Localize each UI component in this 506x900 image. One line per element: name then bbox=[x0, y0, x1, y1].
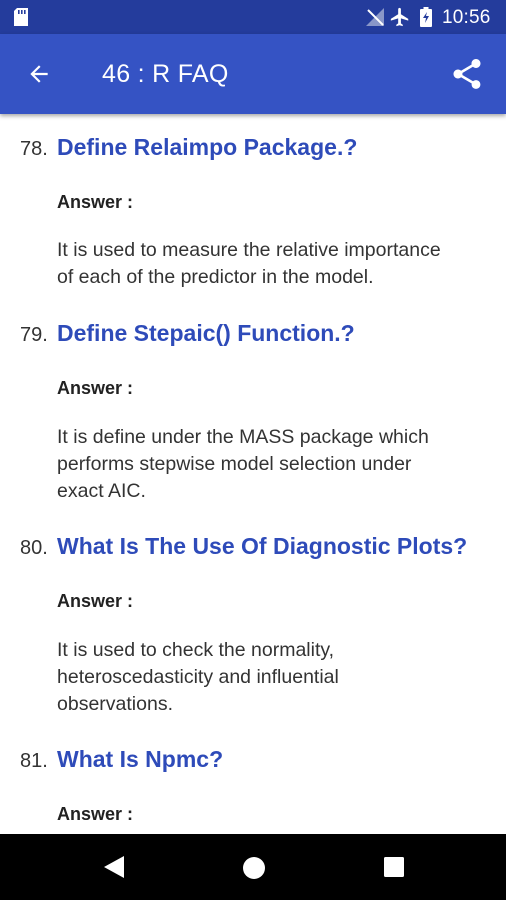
answer-text: It is define under the MASS package whic… bbox=[57, 426, 429, 502]
question-number: 81. bbox=[20, 750, 48, 772]
question-number: 79. bbox=[20, 324, 48, 346]
airplane-mode-icon bbox=[389, 6, 411, 33]
question-text[interactable]: Define Relaimpo Package.? bbox=[57, 134, 357, 161]
nav-back-icon[interactable] bbox=[103, 855, 125, 884]
answer-text: It is used to measure the relative impor… bbox=[57, 239, 441, 288]
status-time: 10:56 bbox=[442, 7, 491, 28]
answer-label: Answer : bbox=[57, 378, 134, 398]
question-text[interactable]: What Is The Use Of Diagnostic Plots? bbox=[57, 533, 467, 560]
question-number: 80. bbox=[20, 537, 48, 559]
answer-text: It is used to check the normality, heter… bbox=[57, 639, 339, 715]
sd-card-icon bbox=[14, 8, 28, 31]
nav-home-icon[interactable] bbox=[242, 856, 266, 885]
page-title: 46 : R FAQ bbox=[102, 60, 229, 88]
answer-label: Answer : bbox=[57, 192, 134, 212]
answer-label: Answer : bbox=[57, 804, 134, 824]
question-text[interactable]: Define Stepaic() Function.? bbox=[57, 320, 355, 347]
question-text[interactable]: What Is Npmc? bbox=[57, 746, 223, 773]
answer-label: Answer : bbox=[57, 591, 134, 611]
nav-recents-icon[interactable] bbox=[383, 856, 405, 883]
no-signal-icon bbox=[366, 8, 384, 31]
faq-list[interactable]: 78. Define Relaimpo Package.? Answer : I… bbox=[0, 114, 506, 834]
app-bar: 46 : R FAQ bbox=[0, 34, 506, 114]
question-number: 78. bbox=[20, 138, 48, 160]
battery-charging-icon bbox=[420, 7, 432, 32]
back-arrow-icon[interactable] bbox=[26, 61, 52, 92]
system-nav-bar bbox=[0, 834, 506, 900]
share-icon[interactable] bbox=[449, 56, 485, 97]
status-bar: 10:56 bbox=[0, 0, 506, 34]
